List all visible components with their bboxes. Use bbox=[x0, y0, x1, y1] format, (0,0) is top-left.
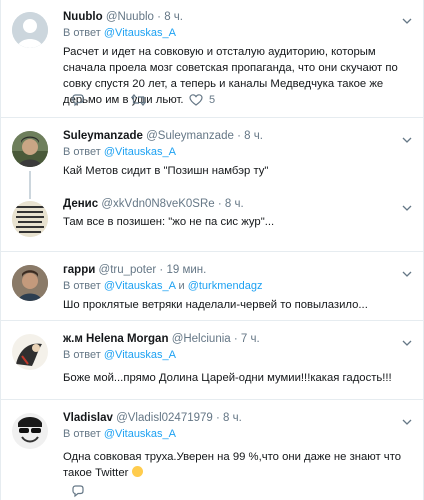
reply-mention-link[interactable]: @Vitauskas_A bbox=[104, 27, 176, 39]
avatar[interactable] bbox=[12, 265, 48, 301]
reply-context: В ответ @Vitauskas_A bbox=[63, 145, 414, 159]
tweet-time[interactable]: 7 ч. bbox=[241, 333, 260, 345]
reply-context: В ответ @Vitauskas_A и @turkmendagz bbox=[63, 279, 414, 293]
reply-mention-link[interactable]: @Vitauskas_A bbox=[104, 428, 176, 440]
author-handle[interactable]: @Vladisl02471979 bbox=[116, 412, 213, 424]
author-handle[interactable]: @Helciunia bbox=[172, 333, 231, 345]
tweet-text: Шо проклятые ветряки наделали-червей то … bbox=[63, 299, 368, 311]
avatar[interactable] bbox=[12, 413, 48, 449]
reply-mention-link[interactable]: @turkmendagz bbox=[188, 280, 263, 292]
tweet-item[interactable]: Suleymanzade @Suleymanzade · 8 ч. В отве… bbox=[0, 119, 424, 187]
thread-connector bbox=[29, 171, 31, 187]
author-name[interactable]: ж.м Helena Morgan bbox=[63, 333, 168, 345]
separator-dot: · bbox=[216, 412, 220, 424]
reply-icon bbox=[71, 484, 85, 498]
tweet-item[interactable]: гарри @tru_poter · 19 мин. В ответ @Vita… bbox=[0, 253, 424, 321]
tweet-actions: 5 bbox=[63, 92, 263, 108]
chevron-down-icon[interactable] bbox=[402, 131, 412, 143]
thread-connector bbox=[29, 187, 31, 199]
reply-prefix: В ответ bbox=[63, 27, 101, 39]
reply-mention-link[interactable]: @Vitauskas_A bbox=[104, 280, 176, 292]
tweet-time[interactable]: 8 ч. bbox=[223, 412, 242, 424]
chevron-down-icon[interactable] bbox=[402, 12, 412, 24]
author-handle[interactable]: @Suleymanzade bbox=[146, 130, 234, 142]
avatar[interactable] bbox=[12, 334, 48, 370]
reply-button[interactable] bbox=[71, 483, 85, 499]
tweet-time[interactable]: 8 ч. bbox=[164, 11, 183, 23]
reply-context: В ответ @Vitauskas_A bbox=[63, 26, 414, 40]
tweet-time[interactable]: 19 мин. bbox=[166, 264, 206, 276]
chevron-down-icon[interactable] bbox=[402, 199, 412, 211]
avatar[interactable] bbox=[12, 131, 48, 167]
tweet-item[interactable]: Nuublo @Nuublo · 8 ч. В ответ @Vitauskas… bbox=[0, 0, 424, 118]
author-name[interactable]: Vladislav bbox=[63, 412, 113, 424]
reply-icon bbox=[71, 93, 85, 107]
reply-prefix: В ответ bbox=[63, 280, 101, 292]
tweet-item[interactable]: Денис @xkVdn0N8veK0SRe · 8 ч. Там все в … bbox=[0, 187, 424, 252]
reply-prefix: В ответ bbox=[63, 349, 101, 361]
author-handle[interactable]: @xkVdn0N8veK0SRe bbox=[101, 198, 214, 210]
reply-mention-link[interactable]: @Vitauskas_A bbox=[104, 349, 176, 361]
author-name[interactable]: Suleymanzade bbox=[63, 130, 143, 142]
tweet-item[interactable]: Vladislav @Vladisl02471979 · 8 ч. В отве… bbox=[0, 401, 424, 500]
reply-button[interactable] bbox=[71, 92, 85, 108]
tweet-time[interactable]: 8 ч. bbox=[244, 130, 263, 142]
author-name[interactable]: гарри bbox=[63, 264, 95, 276]
separator-dot: · bbox=[233, 333, 238, 345]
avatar[interactable] bbox=[12, 201, 48, 237]
tweet-text: Одна совковая труха.Уверен на 99 %,что о… bbox=[63, 451, 402, 479]
reply-mention-link[interactable]: @Vitauskas_A bbox=[104, 146, 176, 158]
tweet-item[interactable]: ж.м Helena Morgan @Helciunia · 7 ч. В от… bbox=[0, 322, 424, 400]
separator-dot: · bbox=[159, 264, 164, 276]
tweet-actions bbox=[63, 483, 263, 499]
like-button[interactable]: 5 bbox=[189, 92, 215, 108]
default-avatar-icon[interactable] bbox=[12, 12, 48, 48]
chevron-down-icon[interactable] bbox=[402, 265, 412, 277]
emoji-icon bbox=[131, 466, 143, 477]
tweet-text-container: Одна совковая труха.Уверен на 99 %,что о… bbox=[63, 449, 414, 481]
author-handle[interactable]: @Nuublo bbox=[106, 11, 154, 23]
author-name[interactable]: Денис bbox=[63, 198, 98, 210]
chevron-down-icon[interactable] bbox=[402, 334, 412, 346]
retweet-icon bbox=[131, 93, 146, 107]
separator-dot: · bbox=[237, 130, 241, 142]
separator-dot: · bbox=[157, 11, 161, 23]
separator-dot: · bbox=[217, 198, 222, 210]
retweet-button[interactable] bbox=[131, 92, 146, 108]
like-count: 5 bbox=[209, 94, 216, 106]
tweet-text: Там все в позишен: "жо не па сис жур"... bbox=[63, 216, 275, 228]
reply-conjunction: и bbox=[178, 280, 185, 292]
like-icon bbox=[189, 93, 203, 107]
reply-prefix: В ответ bbox=[63, 146, 101, 158]
author-name[interactable]: Nuublo bbox=[63, 11, 103, 23]
tweet-text: Кай Метов сидит в "Позишн намбэр ту" bbox=[63, 165, 269, 177]
tweet-time[interactable]: 8 ч. bbox=[225, 198, 244, 210]
chevron-down-icon[interactable] bbox=[402, 413, 412, 425]
reply-prefix: В ответ bbox=[63, 428, 101, 440]
author-handle[interactable]: @tru_poter bbox=[99, 264, 157, 276]
reply-context: В ответ @Vitauskas_A bbox=[63, 427, 414, 441]
tweet-text: Боже мой...прямо Долина Царей-одни мумии… bbox=[63, 372, 392, 384]
reply-context: В ответ @Vitauskas_A bbox=[63, 348, 414, 362]
